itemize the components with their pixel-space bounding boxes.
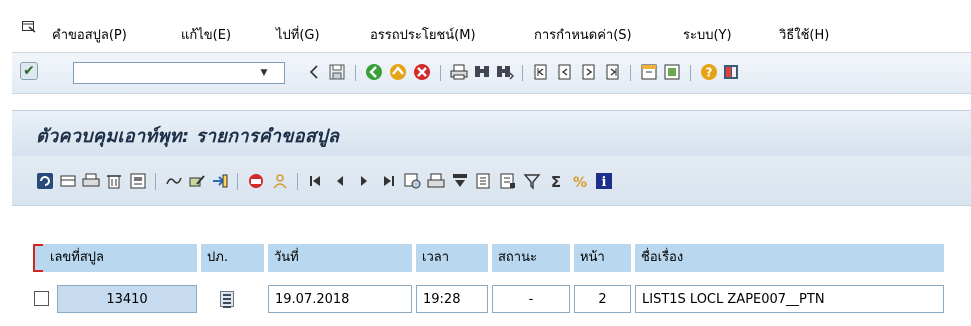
send-to-printer-icon[interactable] <box>247 172 265 190</box>
cell-title[interactable]: LIST1S LOCL ZAPE007__PTN <box>635 285 944 313</box>
find-icon[interactable] <box>473 63 491 81</box>
select-all-marker[interactable] <box>33 244 43 272</box>
first-row-icon[interactable] <box>307 172 325 190</box>
column-header-title[interactable]: ชื่อเรื่อง <box>635 244 944 272</box>
print-attributes-icon[interactable] <box>129 172 147 190</box>
menu-system[interactable]: ระบบ(Y) <box>683 24 732 45</box>
enter-icon[interactable]: ✔ <box>20 62 38 80</box>
forward-request-icon[interactable] <box>211 172 229 190</box>
print-directly-icon[interactable] <box>82 172 100 190</box>
previous-row-icon[interactable] <box>331 172 349 190</box>
next-row-icon[interactable] <box>355 172 373 190</box>
cell-time[interactable]: 19:28 <box>416 285 488 313</box>
page-title: ตัวควบคุมเอาท์พุท: รายการคำขอสปูล <box>36 126 340 147</box>
list-icon[interactable] <box>220 291 234 308</box>
menu-utilities[interactable]: อรรถประโยชน์(M) <box>370 24 476 45</box>
column-header-type[interactable]: ปภ. <box>201 244 264 272</box>
svg-text:i: i <box>602 175 607 190</box>
help-icon[interactable]: ? <box>700 63 718 81</box>
column-header-date[interactable]: วันที่ <box>268 244 412 272</box>
cell-spool-no[interactable]: 13410 <box>57 285 197 313</box>
print-icon[interactable] <box>450 63 468 81</box>
menu-goto[interactable]: ไปที่(G) <box>276 24 320 45</box>
menu-spool-request[interactable]: คำขอสปูล(P) <box>52 24 127 45</box>
menu-settings[interactable]: การกำหนดค่า(S) <box>534 24 632 45</box>
display-contents-icon[interactable] <box>59 172 77 190</box>
column-header-spool-no[interactable]: เลขที่สปูล <box>33 244 197 272</box>
sort-ascending-icon[interactable] <box>451 172 469 190</box>
cell-pages[interactable]: 2 <box>574 285 631 313</box>
previous-page-icon[interactable] <box>556 63 574 81</box>
first-page-icon[interactable] <box>532 63 550 81</box>
menu-icon[interactable] <box>22 21 36 33</box>
cell-date[interactable]: 19.07.2018 <box>268 285 412 313</box>
exit-icon[interactable] <box>389 63 407 81</box>
cancel-icon[interactable] <box>413 63 431 81</box>
menu-edit[interactable]: แก้ไข(E) <box>181 24 231 45</box>
subtotal-icon[interactable]: % <box>571 172 589 190</box>
select-layout-icon[interactable] <box>499 172 517 190</box>
last-page-icon[interactable] <box>604 63 622 81</box>
detail-view-icon[interactable] <box>404 172 422 190</box>
column-header-time[interactable]: เวลา <box>416 244 488 272</box>
back-icon[interactable] <box>365 63 383 81</box>
command-dropdown-icon[interactable]: ▼ <box>257 66 271 80</box>
print-preview-icon[interactable] <box>427 172 445 190</box>
svg-text:%: % <box>573 175 587 190</box>
sort-descending-icon[interactable] <box>475 172 493 190</box>
back-arrow-icon[interactable] <box>306 63 324 81</box>
edit-request-icon[interactable] <box>188 172 206 190</box>
menu-help[interactable]: วิธีใช้(H) <box>779 24 829 45</box>
filter-icon[interactable] <box>523 172 541 190</box>
svg-text:Σ: Σ <box>551 173 561 190</box>
row-select-checkbox[interactable] <box>34 291 49 306</box>
column-header-pages[interactable]: หน้า <box>574 244 631 272</box>
menu-bar: คำขอสปูล(P) แก้ไข(E) ไปที่(G) อรรถประโยช… <box>0 0 971 48</box>
command-field[interactable] <box>73 62 285 84</box>
user-icon[interactable] <box>271 172 289 190</box>
save-icon[interactable] <box>328 63 346 81</box>
next-page-icon[interactable] <box>580 63 598 81</box>
find-next-icon[interactable] <box>496 63 514 81</box>
column-header-status[interactable]: สถานะ <box>492 244 570 272</box>
last-row-icon[interactable] <box>379 172 397 190</box>
cell-status[interactable]: - <box>492 285 570 313</box>
information-icon[interactable]: i <box>595 172 613 190</box>
total-icon[interactable]: Σ <box>547 172 565 190</box>
output-requests-icon[interactable] <box>165 172 183 190</box>
refresh-icon[interactable] <box>36 172 54 190</box>
customize-layout-icon[interactable] <box>722 63 740 81</box>
create-session-icon[interactable] <box>640 63 658 81</box>
svg-text:?: ? <box>706 66 713 80</box>
shortcut-icon[interactable] <box>663 63 681 81</box>
delete-icon[interactable] <box>105 172 123 190</box>
